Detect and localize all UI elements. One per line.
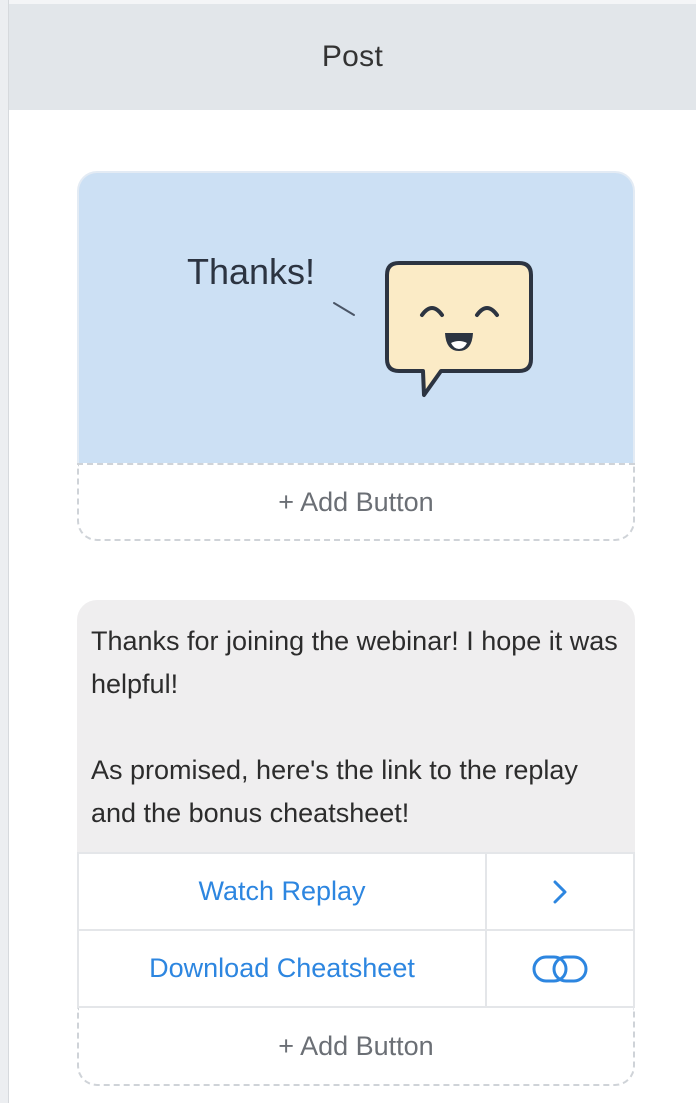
text-card: Thanks for joining the webinar! I hope i… [77, 600, 635, 1086]
watch-replay-label[interactable]: Watch Replay [79, 854, 487, 929]
add-button-image-card[interactable]: + Add Button [77, 463, 635, 541]
message-paragraph-2: As promised, here's the link to the repl… [91, 755, 578, 828]
add-button-text-card[interactable]: + Add Button [77, 1008, 635, 1086]
message-paragraph-1: Thanks for joining the webinar! I hope i… [91, 626, 618, 699]
download-cheatsheet-label[interactable]: Download Cheatsheet [79, 931, 487, 1006]
header-bar: Post [9, 0, 696, 110]
image-caption: Thanks! [187, 251, 316, 292]
watch-replay-button[interactable]: Watch Replay [77, 852, 635, 931]
left-panel-edge [0, 0, 9, 1103]
message-text[interactable]: Thanks for joining the webinar! I hope i… [77, 600, 635, 852]
link-icon[interactable] [487, 931, 633, 1006]
image-block[interactable]: Thanks! [77, 171, 635, 463]
smiling-speech-bubble-icon [333, 261, 533, 397]
download-cheatsheet-button[interactable]: Download Cheatsheet [77, 929, 635, 1008]
image-card: Thanks! + Add Button [77, 171, 635, 541]
chevron-right-icon[interactable] [487, 854, 633, 929]
page-title: Post [321, 40, 384, 73]
